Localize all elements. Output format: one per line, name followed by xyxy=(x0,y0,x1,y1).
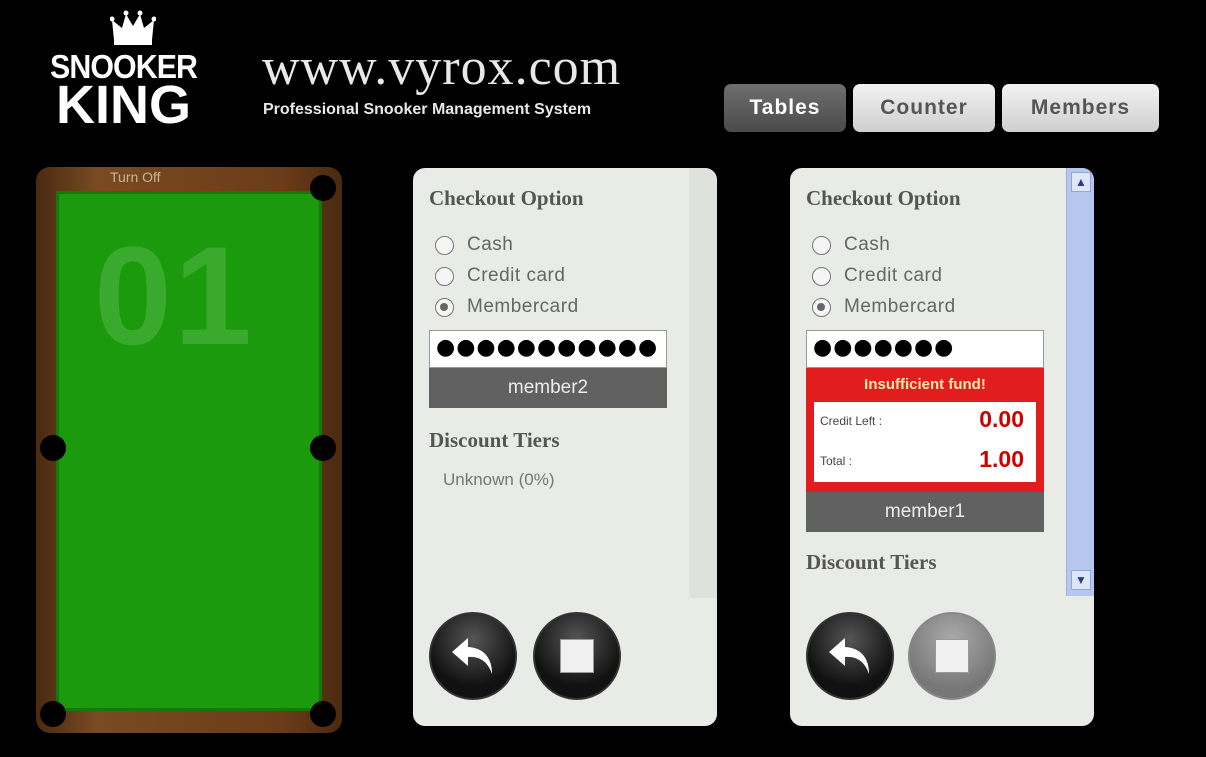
pocket-mid-left xyxy=(40,435,66,461)
radio-label: Membercard xyxy=(467,296,579,317)
radio-button[interactable] xyxy=(812,235,831,255)
pocket-bottom-right xyxy=(310,701,336,727)
radio-credit-card[interactable]: Credit card xyxy=(435,265,565,287)
undo-arrow-icon xyxy=(829,638,869,674)
undo-arrow-icon xyxy=(452,638,492,674)
radio-button[interactable] xyxy=(435,297,454,317)
pocket-top-right xyxy=(310,175,336,201)
radio-button[interactable] xyxy=(435,266,454,286)
total-value: 1.00 xyxy=(979,446,1024,472)
turn-off-link[interactable]: Turn Off xyxy=(110,169,161,185)
app-logo: SNOOKER KING xyxy=(48,8,218,135)
insufficient-fund-alert: Insufficient fund! Credit Left : 0.00 To… xyxy=(806,368,1044,492)
site-title: www.vyrox.com xyxy=(262,39,622,96)
checkout-panel-2: ▲ ▼ Checkout Option Cash Credit card Mem… xyxy=(790,168,1094,726)
member-name-bar: member2 xyxy=(429,368,667,408)
radio-label: Credit card xyxy=(844,265,943,286)
checkout-panel-1: Checkout Option Cash Credit card Memberc… xyxy=(413,168,717,726)
radio-label: Cash xyxy=(844,234,891,255)
discount-tiers-title: Discount Tiers xyxy=(429,428,560,452)
snooker-table-01[interactable]: Turn Off 01 xyxy=(36,167,342,733)
crown-icon xyxy=(110,10,156,45)
tab-members[interactable]: Members xyxy=(1002,84,1159,132)
scrollbar[interactable]: ▲ ▼ xyxy=(1066,168,1094,596)
radio-label: Cash xyxy=(467,234,514,255)
scroll-down-icon[interactable]: ▼ xyxy=(1071,570,1091,590)
radio-membercard[interactable]: Membercard xyxy=(435,296,579,318)
member-password-input[interactable]: ●●●●●●●●●●● xyxy=(429,330,667,368)
pocket-bottom-left xyxy=(40,701,66,727)
tab-tables[interactable]: Tables xyxy=(724,84,846,132)
discount-tier-value: Unknown (0%) xyxy=(443,470,555,489)
radio-button[interactable] xyxy=(435,235,454,255)
radio-label: Credit card xyxy=(467,265,566,286)
radio-credit-card[interactable]: Credit card xyxy=(812,265,942,287)
radio-button[interactable] xyxy=(812,297,831,317)
checkout-title: Checkout Option xyxy=(806,186,961,210)
radio-cash[interactable]: Cash xyxy=(435,234,513,256)
stop-icon xyxy=(560,639,594,673)
tab-counter[interactable]: Counter xyxy=(853,84,995,132)
alert-title: Insufficient fund! xyxy=(864,376,986,393)
discount-tiers-title: Discount Tiers xyxy=(806,550,937,574)
alert-details: Credit Left : 0.00 Total : 1.00 xyxy=(814,402,1036,482)
table-number: 01 xyxy=(94,217,254,374)
radio-cash[interactable]: Cash xyxy=(812,234,890,256)
back-button[interactable] xyxy=(429,612,517,700)
member-password-input[interactable]: ●●●●●●● xyxy=(806,330,1044,368)
pocket-mid-right xyxy=(310,435,336,461)
logo-text-bottom: KING xyxy=(56,75,191,135)
member-name-bar: member1 xyxy=(806,492,1044,532)
checkout-title: Checkout Option xyxy=(429,186,584,210)
stop-button[interactable] xyxy=(533,612,621,700)
scrollbar[interactable] xyxy=(689,168,717,598)
radio-membercard[interactable]: Membercard xyxy=(812,296,956,318)
credit-left-value: 0.00 xyxy=(979,406,1024,432)
stop-icon xyxy=(935,639,969,673)
site-subtitle: Professional Snooker Management System xyxy=(263,101,592,118)
credit-left-label: Credit Left : xyxy=(820,414,883,428)
radio-label: Membercard xyxy=(844,296,956,317)
scroll-up-icon[interactable]: ▲ xyxy=(1071,172,1091,192)
stop-button[interactable] xyxy=(908,612,996,700)
back-button[interactable] xyxy=(806,612,894,700)
radio-button[interactable] xyxy=(812,266,831,286)
total-label: Total : xyxy=(820,454,853,468)
